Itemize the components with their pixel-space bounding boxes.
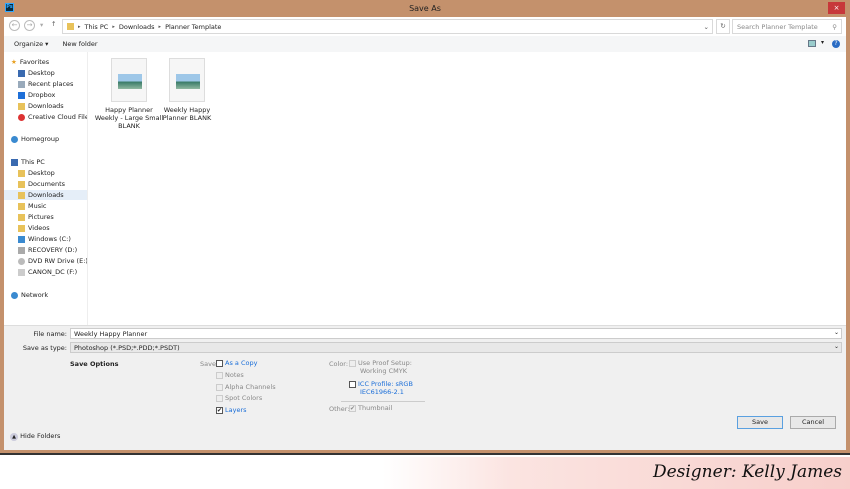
chevron-down-icon: ⌄	[833, 343, 839, 350]
folder-icon	[18, 202, 25, 210]
homegroup-icon	[11, 135, 18, 143]
new-folder-button[interactable]: New folder	[62, 40, 97, 48]
back-button[interactable]: ←	[9, 20, 20, 31]
star-icon: ★	[11, 58, 17, 66]
sidebar-item-dropbox[interactable]: Dropbox	[18, 90, 55, 100]
up-button[interactable]: ↑	[51, 20, 56, 28]
breadcrumb-planner-template[interactable]: Planner Template	[165, 23, 221, 31]
save-as-dialog: Ps Save As × ← → ▾ ↑ ▸ This PC ▸ Downloads…	[0, 0, 850, 455]
sidebar-item-music[interactable]: Music	[18, 201, 47, 211]
sidebar-item-downloads[interactable]: Downloads	[4, 190, 87, 200]
cancel-button[interactable]: Cancel	[790, 416, 836, 429]
save-as-type-select[interactable]: Photoshop (*.PSD;*.PDD;*.PSDT) ⌄	[70, 342, 842, 353]
forward-button[interactable]: →	[24, 20, 35, 31]
sidebar-item-desktop[interactable]: Desktop	[18, 68, 55, 78]
image-file-icon	[169, 58, 205, 102]
dvd-icon	[18, 257, 25, 265]
alpha-channels-checkbox: Alpha Channels	[216, 383, 276, 391]
window-title: Save As	[409, 4, 441, 13]
navigation-pane: ★ Favorites Desktop Recent places Dropbox…	[4, 52, 88, 325]
recent-dropdown-icon[interactable]: ▾	[40, 21, 43, 29]
drive-icon	[18, 246, 25, 254]
creative-cloud-icon	[18, 113, 25, 121]
layers-checkbox[interactable]: ✔ Layers	[216, 406, 247, 414]
file-name-label: File name:	[33, 330, 67, 338]
other-label: Other:	[329, 405, 350, 413]
sidebar-item-pictures[interactable]: Pictures	[18, 212, 54, 222]
folder-icon	[18, 180, 25, 188]
sidebar-this-pc[interactable]: This PC	[11, 157, 45, 167]
designer-signature: Designer: Kelly James	[652, 462, 842, 482]
hide-folders-button[interactable]: ▲ Hide Folders	[10, 432, 60, 441]
computer-icon	[11, 158, 18, 166]
network-icon	[11, 291, 18, 299]
sidebar-item-dvd-e[interactable]: DVD RW Drive (E:) SE	[18, 256, 87, 266]
use-proof-setup-checkbox: Use Proof Setup: Working CMYK	[349, 359, 412, 375]
search-icon: ⚲	[832, 23, 837, 31]
removable-drive-icon	[18, 268, 25, 276]
save-button[interactable]: Save	[737, 416, 783, 429]
folder-icon	[67, 23, 74, 30]
thumbnail-checkbox[interactable]: ✔ Thumbnail	[349, 404, 392, 412]
address-dropdown-icon[interactable]: ⌄	[704, 23, 709, 31]
chevron-up-icon: ▲	[10, 433, 18, 441]
sidebar-item-windows-c[interactable]: Windows (C:)	[18, 234, 71, 244]
folder-icon	[18, 224, 25, 232]
sidebar-item-desktop-pc[interactable]: Desktop	[18, 168, 55, 178]
view-dropdown-icon[interactable]: ▾	[821, 39, 824, 46]
close-button[interactable]: ×	[828, 2, 845, 14]
sidebar-item-recent[interactable]: Recent places	[18, 79, 73, 89]
divider	[341, 401, 425, 402]
spot-colors-checkbox: Spot Colors	[216, 394, 262, 402]
chevron-down-icon: ⌄	[833, 329, 839, 336]
title-bar[interactable]: Ps Save As ×	[0, 0, 850, 17]
change-view-icon[interactable]	[808, 40, 816, 47]
search-input[interactable]: Search Planner Template ⚲	[732, 19, 842, 34]
notes-checkbox: Notes	[216, 371, 244, 379]
address-bar[interactable]: ▸ This PC ▸ Downloads ▸ Planner Template ⌄	[62, 19, 713, 34]
file-list: Happy Planner Weekly - Large Small BLANK…	[88, 52, 846, 325]
sidebar-item-videos[interactable]: Videos	[18, 223, 50, 233]
icc-profile-checkbox[interactable]: ICC Profile: sRGB IEC61966-2.1	[349, 380, 413, 396]
recent-places-icon	[18, 80, 25, 88]
image-file-icon	[111, 58, 147, 102]
help-icon[interactable]: ?	[832, 40, 840, 48]
sidebar-item-recovery-d[interactable]: RECOVERY (D:)	[18, 245, 77, 255]
dropbox-icon	[18, 91, 25, 99]
refresh-button[interactable]: ↻	[716, 19, 730, 34]
sidebar-network[interactable]: Network	[11, 290, 48, 300]
save-options-title: Save Options	[70, 360, 119, 368]
breadcrumb-downloads[interactable]: Downloads	[119, 23, 155, 31]
as-a-copy-checkbox[interactable]: As a Copy	[216, 359, 257, 367]
drive-icon	[18, 235, 25, 243]
file-name-input[interactable]: Weekly Happy Planner ⌄	[70, 328, 842, 339]
sidebar-item-downloads-fav[interactable]: Downloads	[18, 101, 64, 111]
sidebar-item-documents[interactable]: Documents	[18, 179, 65, 189]
organize-menu[interactable]: Organize ▾	[14, 40, 48, 48]
sidebar-item-canon-f[interactable]: CANON_DC (F:)	[18, 267, 77, 277]
sidebar-homegroup[interactable]: Homegroup	[11, 134, 59, 144]
desktop-icon	[18, 69, 25, 77]
sidebar-favorites[interactable]: ★ Favorites	[11, 57, 49, 67]
save-as-type-label: Save as type:	[22, 344, 67, 352]
downloads-icon	[18, 102, 25, 110]
color-label: Color:	[329, 360, 349, 368]
breadcrumb-this-pc[interactable]: This PC	[85, 23, 109, 31]
folder-icon	[18, 213, 25, 221]
downloads-icon	[18, 191, 25, 199]
file-item[interactable]: Weekly Happy Planner BLANK	[152, 58, 222, 122]
folder-icon	[18, 169, 25, 177]
sidebar-item-creative-cloud[interactable]: Creative Cloud Files	[18, 112, 87, 122]
